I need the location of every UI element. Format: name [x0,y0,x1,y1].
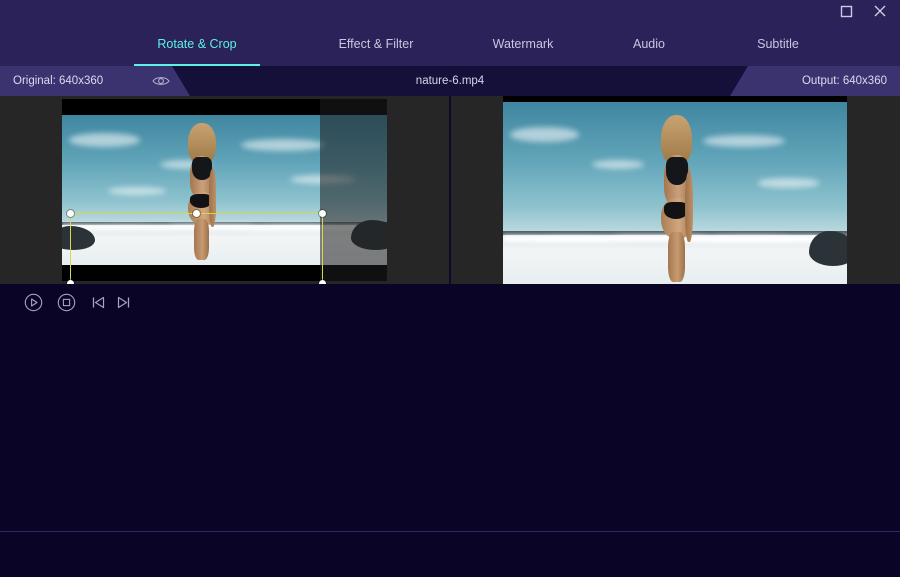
preview-area [0,96,900,284]
transport-bar: 01:29:49.01/03:05:08.17 [0,284,900,318]
original-preview-pane[interactable] [0,96,449,284]
preview-info-bar: nature-6.mp4 Original: 640x360 Output: 6… [0,66,900,96]
tab-subtitle[interactable]: Subtitle [732,22,824,66]
tab-label: Subtitle [757,37,799,51]
tab-effect-filter[interactable]: Effect & Filter [316,22,436,66]
footer-bar: OK Cancel [0,532,900,577]
figure [644,114,709,283]
close-icon[interactable] [866,0,894,22]
video-editor-window: Rotate & Crop Effect & Filter Watermark … [0,0,900,577]
maximize-icon[interactable] [832,0,860,22]
tab-label: Audio [633,37,665,51]
next-frame-icon[interactable] [113,292,133,312]
video-scene [503,102,847,284]
tab-label: Effect & Filter [338,37,414,51]
eye-icon[interactable] [152,73,170,89]
tab-bar: Rotate & Crop Effect & Filter Watermark … [0,22,900,66]
title-bar [0,0,900,22]
crop-selection-box[interactable] [67,210,326,284]
stop-icon[interactable] [56,292,76,312]
play-icon[interactable] [23,292,43,312]
output-video-frame [503,96,847,284]
tab-watermark[interactable]: Watermark [468,22,578,66]
output-preview-pane [451,96,900,284]
tab-audio[interactable]: Audio [606,22,692,66]
crop-handle-ne[interactable] [319,210,326,217]
tab-rotate-crop[interactable]: Rotate & Crop [134,22,260,66]
crop-handle-n[interactable] [193,210,200,217]
output-size-label: Output: 640x360 [801,75,887,87]
tab-label: Watermark [492,37,554,51]
output-size-chip: Output: 640x360 [730,66,900,96]
original-size-label: Original: 640x360 [13,75,104,87]
crop-handle-nw[interactable] [67,210,74,217]
tab-label: Rotate & Crop [157,37,237,51]
previous-frame-icon[interactable] [88,292,108,312]
controls-panel: Rotation: [0,318,900,531]
window-controls [832,0,894,22]
